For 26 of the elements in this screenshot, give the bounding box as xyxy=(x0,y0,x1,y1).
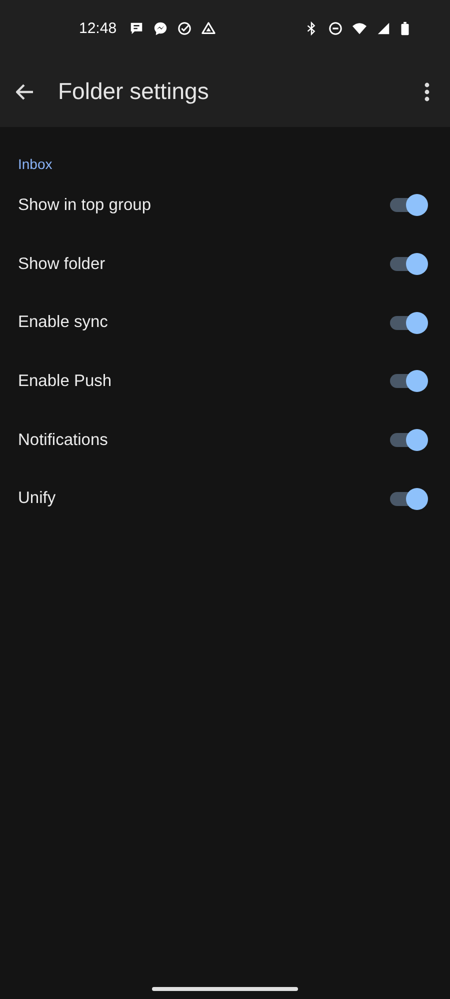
home-handle[interactable] xyxy=(152,987,298,991)
toggle-switch[interactable] xyxy=(390,370,428,392)
setting-label: Unify xyxy=(18,489,56,508)
triangle-icon xyxy=(200,20,216,36)
battery-icon xyxy=(400,20,410,36)
section-header: Inbox xyxy=(17,155,54,174)
back-arrow-icon xyxy=(16,84,34,100)
toggle-switch[interactable] xyxy=(390,194,428,216)
toggle-switch[interactable] xyxy=(390,488,428,510)
do-not-disturb-icon xyxy=(328,20,343,36)
signal-icon xyxy=(376,20,391,36)
setting-label: Show in top group xyxy=(18,196,152,215)
more-vertical-icon xyxy=(424,82,430,102)
chat-bubble-icon xyxy=(152,20,168,36)
setting-label: Show folder xyxy=(18,254,106,274)
toggle-switch[interactable] xyxy=(390,429,428,452)
wifi-icon xyxy=(352,20,367,36)
message-icon xyxy=(128,20,144,36)
check-circle-icon xyxy=(176,20,192,36)
setting-label: Notifications xyxy=(18,430,108,450)
setting-label: Enable Push xyxy=(18,372,112,391)
toggle-switch[interactable] xyxy=(390,312,428,334)
setting-label: Enable sync xyxy=(18,313,108,332)
screen-title: Folder settings xyxy=(58,78,210,105)
status-time: 12:48 xyxy=(79,20,117,36)
toggle-switch[interactable] xyxy=(390,253,428,276)
